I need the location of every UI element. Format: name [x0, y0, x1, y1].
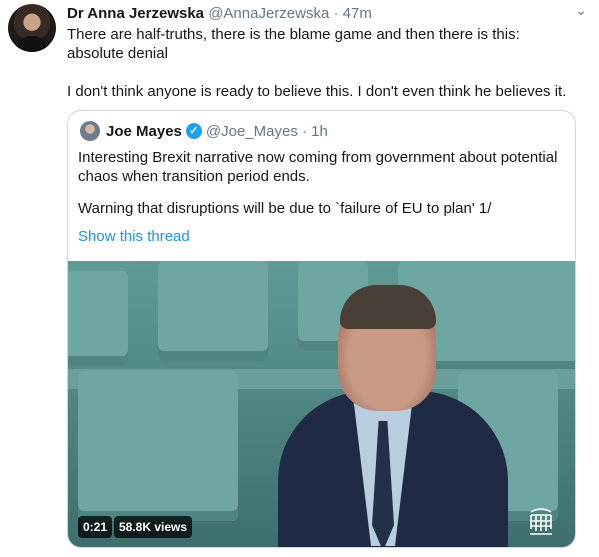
- quoted-text: Interesting Brexit narrative now coming …: [78, 148, 568, 218]
- author-name[interactable]: Dr Anna Jerzewska: [67, 5, 204, 22]
- tweet-header: Dr Anna Jerzewska @AnnaJerzewska · 47m: [67, 4, 372, 23]
- speaker-hair: [340, 285, 436, 329]
- video-views: 58.8K views: [114, 516, 193, 538]
- quoted-text-line: Warning that disruptions will be due to …: [78, 200, 492, 217]
- verified-badge-icon: ✓: [185, 123, 202, 139]
- quoted-time[interactable]: 1h: [311, 122, 328, 141]
- quoted-author-handle[interactable]: @Joe_Mayes: [206, 122, 298, 141]
- quoted-avatar[interactable]: [80, 121, 100, 141]
- tweet: Dr Anna Jerzewska @AnnaJerzewska · 47m ⌄…: [0, 0, 599, 557]
- tweet-text-line: There are half-truths, there is the blam…: [67, 26, 520, 43]
- show-thread-link[interactable]: Show this thread: [78, 228, 190, 245]
- video-duration: 0:21: [78, 516, 113, 538]
- separator-dot: ·: [302, 122, 307, 140]
- tweet-text-line: I don't think anyone is ready to believe…: [67, 83, 567, 100]
- quoted-header: Joe Mayes ✓ @Joe_Mayes · 1h: [80, 121, 328, 141]
- video-player[interactable]: 0:21 58.8K views: [68, 261, 575, 547]
- quoted-text-line: Interesting Brexit narrative now coming …: [78, 149, 558, 166]
- background-seat: [68, 271, 128, 366]
- chevron-down-icon[interactable]: ⌄: [575, 2, 587, 19]
- quoted-author-name[interactable]: Joe Mayes: [106, 122, 182, 141]
- author-handle[interactable]: @AnnaJerzewska: [208, 5, 329, 22]
- quoted-tweet[interactable]: Joe Mayes ✓ @Joe_Mayes · 1h Interesting …: [67, 110, 576, 548]
- tweet-text: There are half-truths, there is the blam…: [67, 25, 587, 101]
- tweet-time[interactable]: 47m: [343, 5, 372, 22]
- tweet-text-line: absolute denial: [67, 45, 168, 62]
- separator-dot: ·: [333, 5, 339, 22]
- quoted-text-line: chaos when transition period ends.: [78, 168, 310, 185]
- portcullis-icon: [530, 508, 552, 535]
- background-seat: [158, 261, 268, 361]
- foreground-seat: [78, 371, 238, 521]
- author-avatar[interactable]: [8, 4, 56, 52]
